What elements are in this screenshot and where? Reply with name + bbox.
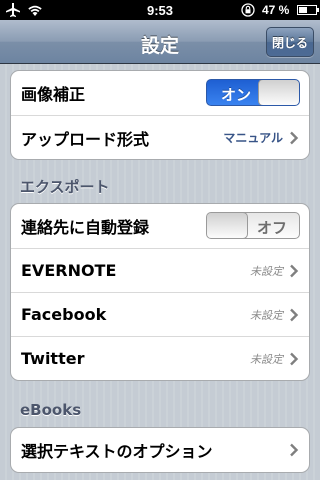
evernote-status: 未設定: [250, 264, 283, 278]
facebook-status: 未設定: [250, 308, 283, 322]
settings-group-export: 連絡先に自動登録 オフ EVERNOTE 未設定 Facebook 未設定 Tw…: [10, 203, 310, 381]
upload-format-row[interactable]: アップロード形式 マニュアル: [11, 115, 309, 159]
status-bar: 9:53 47 %: [0, 0, 320, 20]
toggle-knob: [207, 213, 248, 238]
facebook-row[interactable]: Facebook 未設定: [11, 292, 309, 336]
ebooks-section-header: eBooks: [20, 401, 82, 419]
toggle-on-label: オン: [221, 86, 252, 104]
export-section-header: エクスポート: [20, 178, 110, 196]
chevron-right-icon: [290, 131, 299, 144]
settings-group-ebooks: 選択テキストのオプション: [10, 427, 310, 473]
auto-register-contacts-toggle[interactable]: オフ: [206, 212, 300, 239]
battery-percentage: 47 %: [262, 3, 290, 17]
chevron-right-icon: [290, 308, 299, 321]
upload-format-value: マニュアル: [223, 131, 283, 145]
chevron-right-icon: [290, 264, 299, 277]
chevron-right-icon: [290, 352, 299, 365]
toggle-knob: [258, 80, 299, 105]
twitter-status: 未設定: [250, 352, 283, 366]
twitter-label: Twitter: [21, 349, 85, 368]
upload-format-label: アップロード形式: [21, 129, 150, 149]
auto-register-contacts-row: 連絡先に自動登録 オフ: [11, 204, 309, 248]
rotation-lock-icon: [241, 3, 255, 17]
selection-text-options-label: 選択テキストのオプション: [21, 442, 213, 461]
selection-text-options-row[interactable]: 選択テキストのオプション: [11, 428, 309, 472]
image-correction-toggle[interactable]: オン: [206, 79, 300, 106]
navigation-bar: 設定 閉じる: [0, 20, 320, 64]
image-correction-row: 画像補正 オン: [11, 71, 309, 115]
twitter-row[interactable]: Twitter 未設定: [11, 336, 309, 380]
battery-icon: [297, 5, 319, 15]
toggle-off-label: オフ: [256, 219, 287, 237]
chevron-right-icon: [290, 443, 299, 457]
evernote-label: EVERNOTE: [21, 261, 117, 280]
facebook-label: Facebook: [21, 305, 107, 324]
settings-group-general: 画像補正 オン アップロード形式 マニュアル: [10, 70, 310, 160]
close-button[interactable]: 閉じる: [266, 27, 314, 57]
evernote-row[interactable]: EVERNOTE 未設定: [11, 248, 309, 292]
